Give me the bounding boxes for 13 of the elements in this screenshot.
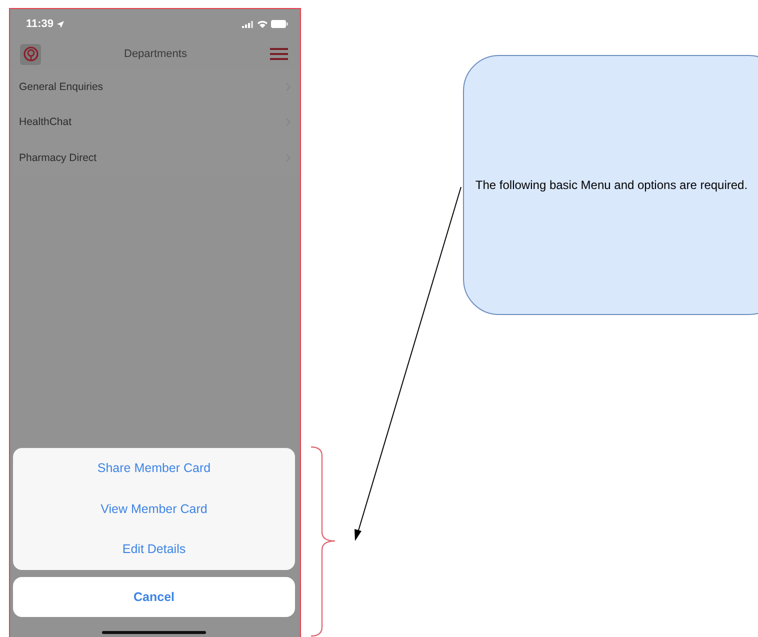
menu-icon[interactable] [270, 48, 288, 60]
battery-icon [271, 20, 288, 28]
nav-title: Departments [123, 48, 188, 60]
note-text: The following basic Menu and options are required. [474, 178, 749, 192]
cancel-button[interactable]: Cancel [13, 576, 295, 616]
action-button[interactable]: View Member Card [13, 488, 295, 529]
action-button[interactable]: Edit Details [13, 529, 295, 570]
location-arrow-icon [56, 20, 64, 28]
wifi-icon [257, 20, 268, 28]
status-time: 11:39 [26, 18, 54, 30]
action-button[interactable]: Share Member Card [13, 448, 295, 488]
signal-icon [242, 20, 254, 28]
logo-icon[interactable] [20, 44, 41, 64]
